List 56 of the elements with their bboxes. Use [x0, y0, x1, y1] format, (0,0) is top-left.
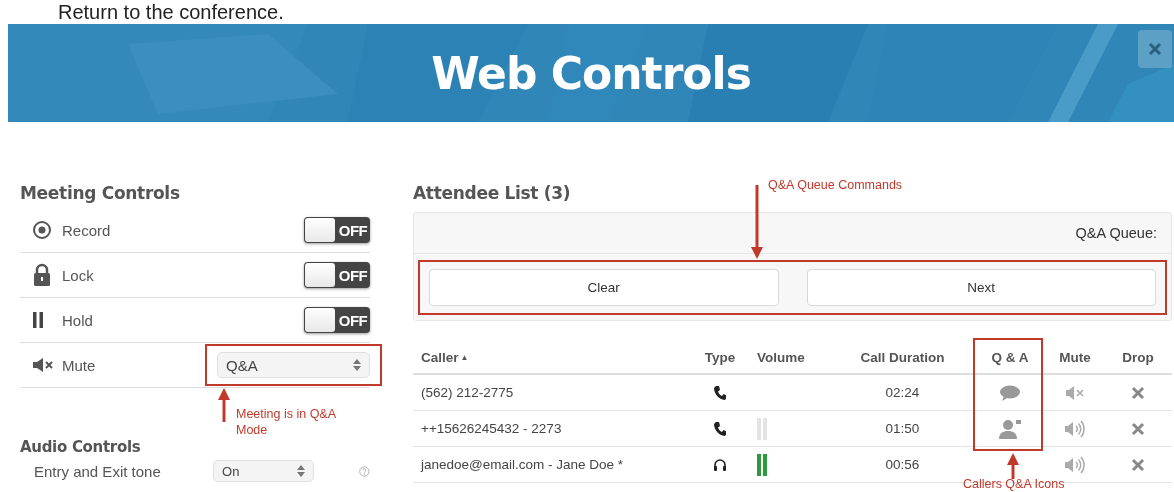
column-header: Q & A: [990, 349, 1030, 365]
control-label: Record: [62, 221, 111, 239]
queue-label: Q&A Queue:: [1075, 225, 1157, 241]
headset-icon: [713, 457, 727, 472]
queue-button[interactable]: Next: [806, 269, 1156, 306]
caller-text: ++15626245432 - 2273: [421, 421, 562, 436]
annotation-arrow: [218, 388, 230, 422]
speaker-icon[interactable]: [1064, 455, 1086, 474]
duration-text: 01:50: [885, 421, 920, 436]
section-title: Attendee List (3): [413, 182, 571, 204]
lock-icon: [32, 263, 52, 287]
annotation-text: Q&A Queue Commands: [768, 178, 903, 192]
tone-select[interactable]: On: [213, 460, 315, 482]
pause-icon: [32, 312, 44, 328]
mode-select[interactable]: Q&A: [217, 352, 370, 378]
updown-icon: [353, 359, 361, 371]
control-label: Mute: [62, 356, 96, 374]
column-header: Volume: [756, 349, 806, 365]
updown-icon: [297, 465, 306, 477]
control-label: Lock: [62, 266, 94, 284]
phone-icon: [714, 385, 726, 400]
phone-icon: [714, 421, 726, 436]
column-header: Mute: [1058, 349, 1092, 365]
close-button[interactable]: [1138, 30, 1172, 68]
column-header: Call Duration: [859, 349, 946, 365]
queue-button[interactable]: Clear: [429, 269, 779, 306]
record-icon: [32, 220, 52, 240]
mute-icon[interactable]: [1065, 385, 1085, 400]
help-icon[interactable]: [359, 465, 370, 477]
drop-icon[interactable]: [1131, 421, 1145, 436]
drop-icon[interactable]: [1131, 457, 1145, 472]
control-label: Hold: [62, 311, 93, 329]
annotation-text: Meeting is in Q&A Mode: [236, 406, 337, 438]
annotation-text: Callers Q&A Icons: [963, 477, 1065, 491]
drop-icon[interactable]: [1131, 385, 1145, 400]
annotation-arrow: [1007, 453, 1019, 479]
section-title: Audio Controls: [20, 437, 141, 458]
toggle-switch[interactable]: OFF: [304, 307, 370, 333]
caption-text: Return to the conference.: [58, 1, 284, 23]
column-header: Type: [703, 349, 737, 365]
duration-text: 02:24: [885, 385, 920, 400]
control-label: Entry and Exit tone: [34, 462, 162, 480]
toggle-switch[interactable]: OFF: [304, 262, 370, 288]
page-title: Web Controls: [431, 47, 751, 99]
section-title: Meeting Controls: [20, 182, 180, 204]
column-header: Drop: [1121, 349, 1155, 365]
close-icon: [1148, 42, 1162, 56]
speech-bubble-icon[interactable]: [999, 384, 1021, 401]
mute-icon: [32, 358, 54, 372]
duration-text: 00:56: [885, 457, 920, 472]
caller-text: (562) 212-2775: [421, 385, 514, 400]
speaker-icon[interactable]: [1064, 419, 1086, 438]
column-header[interactable]: Caller▲: [413, 349, 690, 365]
person-icon[interactable]: [998, 418, 1022, 439]
caller-text: janedoe@email.com - Jane Doe *: [421, 457, 624, 472]
toggle-switch[interactable]: OFF: [304, 217, 370, 243]
